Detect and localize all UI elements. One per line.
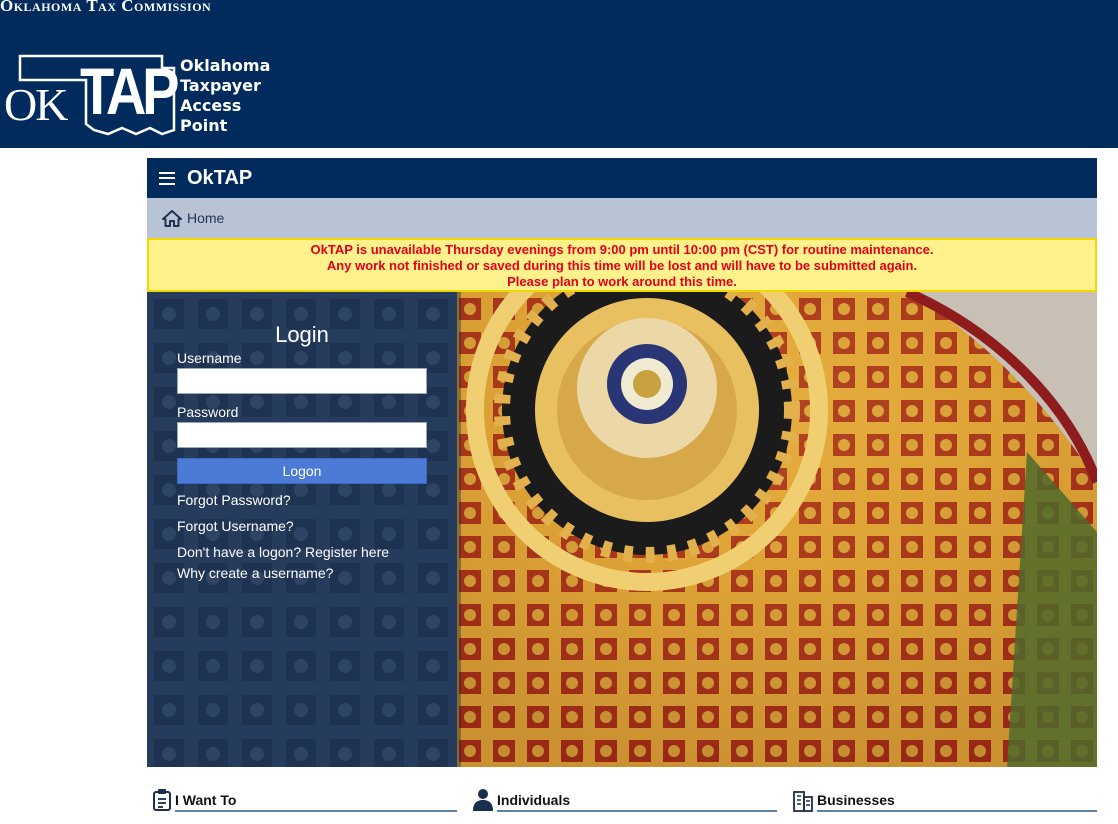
forgot-password-link[interactable]: Forgot Password? — [177, 492, 427, 508]
section-i-want-to[interactable]: I Want To — [152, 788, 457, 812]
logon-button[interactable]: Logon — [177, 458, 427, 484]
logo-ok-text: OK — [4, 79, 68, 130]
logo-words: Oklahoma Taxpayer Access Point — [180, 56, 270, 136]
username-input[interactable] — [177, 368, 427, 394]
oktap-logo[interactable]: OK TAP Oklahoma Taxpayer Access Point — [2, 52, 282, 140]
person-icon — [473, 789, 493, 811]
breadcrumb: Home — [147, 198, 1097, 238]
clipboard-icon — [153, 789, 171, 811]
building-icon — [793, 791, 813, 812]
maintenance-notice: OkTAP is unavailable Thursday evenings f… — [147, 238, 1097, 292]
hero-area: Login Username Password Logon Forgot Pas… — [147, 292, 1097, 767]
agency-name: Oklahoma Tax Commission — [0, 0, 212, 15]
login-panel: Login Username Password Logon Forgot Pas… — [177, 322, 427, 581]
login-title: Login — [275, 322, 329, 347]
notice-line: OkTAP is unavailable Thursday evenings f… — [310, 242, 934, 257]
register-link[interactable]: Don't have a logon? Register here — [177, 544, 427, 560]
site-banner: Oklahoma Tax Commission OK TAP Oklahoma … — [0, 0, 1118, 148]
logo-word: Taxpayer — [180, 76, 261, 95]
section-label: Businesses — [817, 792, 1097, 812]
section-label: I Want To — [175, 792, 457, 812]
home-icon[interactable] — [162, 209, 182, 227]
password-input[interactable] — [177, 422, 427, 448]
password-label: Password — [177, 404, 239, 420]
breadcrumb-home[interactable]: Home — [187, 210, 224, 226]
username-label: Username — [177, 350, 242, 366]
app-title: OkTAP — [187, 166, 253, 189]
section-label: Individuals — [497, 792, 777, 812]
logo-tap-text: TAP — [80, 54, 180, 128]
menu-icon[interactable] — [159, 171, 175, 185]
logo-word: Access — [180, 96, 242, 115]
forgot-username-link[interactable]: Forgot Username? — [177, 518, 427, 534]
app-header: OkTAP — [147, 158, 1097, 198]
why-create-username-link[interactable]: Why create a username? — [177, 565, 427, 581]
notice-line: Any work not finished or saved during th… — [326, 258, 918, 273]
logo-word: Oklahoma — [180, 56, 271, 75]
notice-line: Please plan to work around this time. — [507, 274, 737, 289]
section-businesses[interactable]: Businesses — [792, 788, 1097, 812]
logo-word: Point — [180, 116, 228, 135]
section-individuals[interactable]: Individuals — [472, 788, 777, 812]
